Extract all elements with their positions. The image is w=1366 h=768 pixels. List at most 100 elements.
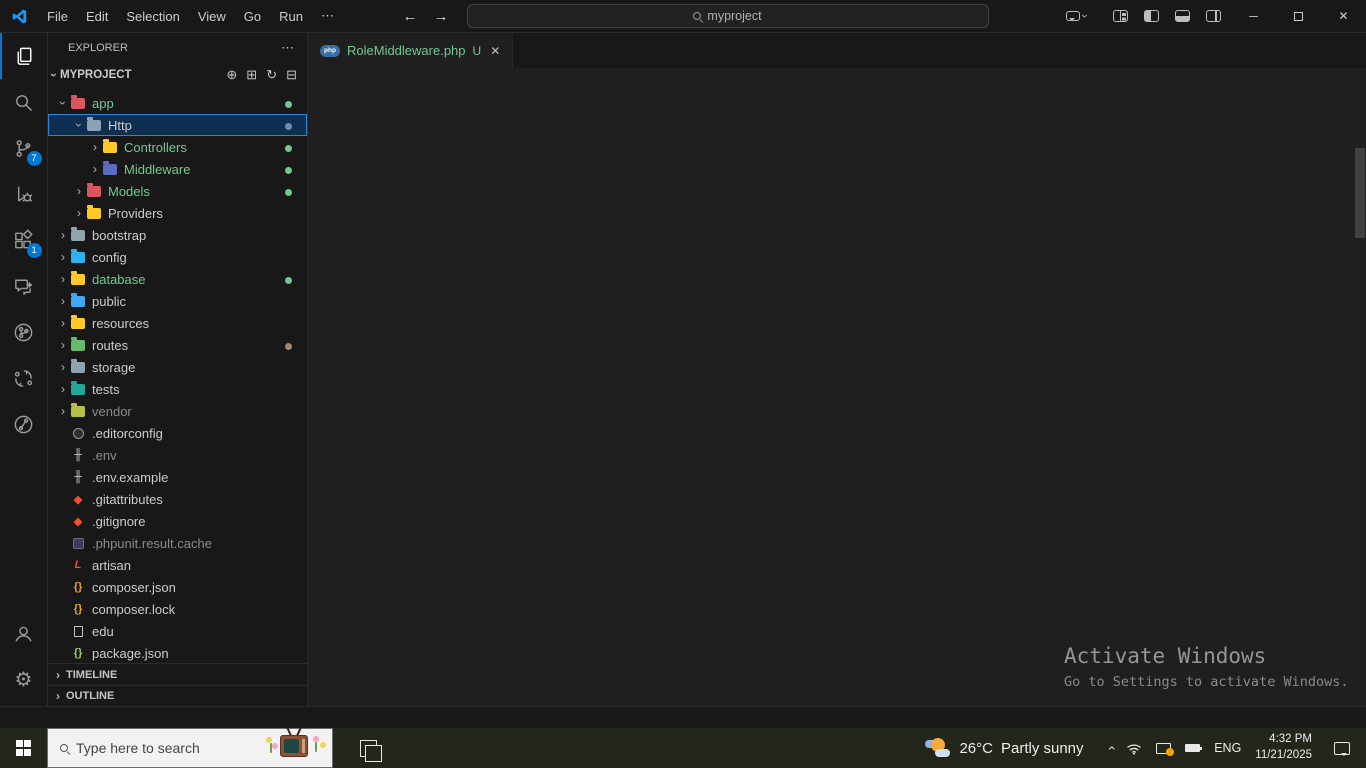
git-status-dot [285, 189, 292, 196]
start-button[interactable] [0, 728, 47, 768]
nav-forward-button[interactable]: → [434, 8, 449, 25]
activity-run-and-debug[interactable] [0, 171, 48, 217]
panel-timeline[interactable]: › TIMELINE [48, 664, 307, 685]
search-highlight-decoration[interactable] [258, 727, 330, 767]
minimize-button[interactable]: ─ [1231, 0, 1276, 32]
activity-source-control[interactable]: 7 [0, 125, 48, 171]
tree-item-label: Providers [108, 205, 163, 221]
activity-chat[interactable] [0, 263, 48, 309]
tree-item-database[interactable]: › database [48, 268, 307, 290]
project-name: MYPROJECT [60, 69, 132, 81]
activity-git-graph[interactable] [0, 309, 48, 355]
editor-scrollbar[interactable] [1355, 148, 1365, 238]
display-connect-icon[interactable] [1156, 742, 1175, 756]
input-language[interactable]: ENG [1214, 741, 1241, 755]
taskbar-search-box[interactable]: Type here to search [47, 727, 333, 768]
folder-icon [71, 336, 85, 351]
new-file-icon[interactable]: ⊕ [226, 67, 237, 83]
close-button[interactable]: ✕ [1321, 0, 1366, 32]
tree-item-label: tests [92, 381, 120, 397]
tree-item-tests[interactable]: › tests [48, 378, 307, 400]
chevron-right-icon: › [61, 404, 65, 418]
activity-gitlens[interactable] [0, 401, 48, 447]
tree-item-label: .env [92, 447, 117, 463]
code-editor[interactable]: Activate Windows Go to Settings to activ… [308, 92, 1366, 706]
menu-item-edit[interactable]: Edit [77, 5, 117, 27]
restore-button[interactable] [1276, 0, 1321, 32]
tab-close-icon[interactable]: ✕ [490, 44, 500, 58]
tree-item-resources[interactable]: › resources [48, 312, 307, 334]
customize-layout-icon[interactable] [1113, 10, 1128, 22]
tree-item-packagejson[interactable]: {} package.json [48, 642, 307, 663]
toggle-panel-icon[interactable] [1175, 10, 1190, 22]
braces-icon: {} [73, 603, 83, 615]
chevron-down-icon: › [47, 73, 61, 77]
toggle-secondary-sidebar-icon[interactable] [1206, 10, 1221, 22]
activity-settings[interactable]: ⚙ [0, 656, 48, 702]
chevron-right-icon: › [56, 667, 60, 682]
battery-icon[interactable] [1185, 744, 1203, 752]
menu-item-file[interactable]: File [38, 5, 77, 27]
wifi-icon[interactable] [1126, 742, 1142, 755]
menu-item-run[interactable]: Run [270, 5, 312, 27]
tree-item-gitattributes[interactable]: ◆ .gitattributes [48, 488, 307, 510]
tree-item-composerjson[interactable]: {} composer.json [48, 576, 307, 598]
activity-extensions[interactable]: 1 [0, 217, 48, 263]
action-center-icon[interactable] [1334, 741, 1350, 756]
tree-item-edu[interactable]: edu [48, 620, 307, 642]
tree-item-vendor[interactable]: › vendor [48, 400, 307, 422]
taskbar-weather[interactable]: 26°C Partly sunny [925, 737, 1084, 759]
tree-item-routes[interactable]: › routes [48, 334, 307, 356]
tree-item-label: Controllers [124, 139, 187, 155]
tree-item-label: routes [92, 337, 129, 353]
tree-item-composerlock[interactable]: {} composer.lock [48, 598, 307, 620]
tree-item-Providers[interactable]: › Providers [48, 202, 307, 224]
activity-git-history-diff[interactable] [0, 355, 48, 401]
explorer-icon [13, 45, 36, 68]
tree-item-label: .phpunit.result.cache [92, 535, 212, 551]
tree-item-label: Models [108, 183, 150, 199]
command-center-search[interactable]: myproject [466, 4, 989, 28]
refresh-icon[interactable]: ↻ [266, 67, 277, 83]
laravel-icon: L [74, 559, 82, 571]
tree-item-Http[interactable]: › Http [48, 114, 307, 136]
folder-icon [71, 314, 85, 329]
menu-item-more[interactable]: ⋯ [312, 5, 343, 27]
tree-item-app[interactable]: › app [48, 92, 307, 114]
tray-expand-chevron[interactable]: › [1102, 740, 1118, 756]
nav-back-button[interactable]: ← [403, 8, 418, 25]
activity-search[interactable] [0, 79, 48, 125]
tree-item-config[interactable]: › config [48, 246, 307, 268]
task-view-button[interactable] [345, 728, 391, 768]
chat-toggle-button[interactable]: › [1066, 9, 1092, 23]
menu-item-selection[interactable]: Selection [117, 5, 188, 27]
tree-item-bootstrap[interactable]: › bootstrap [48, 224, 307, 246]
partly-sunny-icon [925, 737, 951, 759]
new-folder-icon[interactable]: ⊞ [246, 67, 257, 83]
tree-item-Models[interactable]: › Models [48, 180, 307, 202]
tree-item-artisan[interactable]: Lartisan [48, 554, 307, 576]
tree-item-Controllers[interactable]: › Controllers [48, 136, 307, 158]
menu-item-view[interactable]: View [189, 5, 235, 27]
explorer-more-actions-icon[interactable]: ⋯ [281, 40, 295, 56]
activity-accounts[interactable] [0, 610, 48, 656]
project-section-header[interactable]: › MYPROJECT ⊕ ⊞ ↻ ⊟ [47, 62, 307, 88]
tree-item-env[interactable]: ╫ .env [48, 444, 307, 466]
tv-icon [280, 735, 308, 757]
tree-item-editorconfig[interactable]: .editorconfig [48, 422, 307, 444]
tree-item-label: .gitignore [92, 513, 146, 529]
tree-item-gitignore[interactable]: ◆ .gitignore [48, 510, 307, 532]
tree-item-phpunitresultcache[interactable]: .phpunit.result.cache [48, 532, 307, 554]
folder-icon [103, 138, 117, 153]
activity-explorer[interactable] [0, 33, 48, 79]
collapse-all-icon[interactable]: ⊟ [286, 67, 297, 83]
tree-item-public[interactable]: › public [48, 290, 307, 312]
taskbar-clock[interactable]: 4:32 PM 11/21/2025 [1255, 732, 1312, 763]
panel-outline[interactable]: › OUTLINE [48, 685, 307, 706]
tree-item-envexample[interactable]: ╫ .env.example [48, 466, 307, 488]
tree-item-storage[interactable]: › storage [48, 356, 307, 378]
toggle-sidebar-icon[interactable] [1144, 10, 1159, 22]
menu-item-go[interactable]: Go [235, 5, 270, 27]
tree-item-Middleware[interactable]: › Middleware [48, 158, 307, 180]
tab-rolemiddleware[interactable]: php RoleMiddleware.php U ✕ [308, 33, 514, 68]
